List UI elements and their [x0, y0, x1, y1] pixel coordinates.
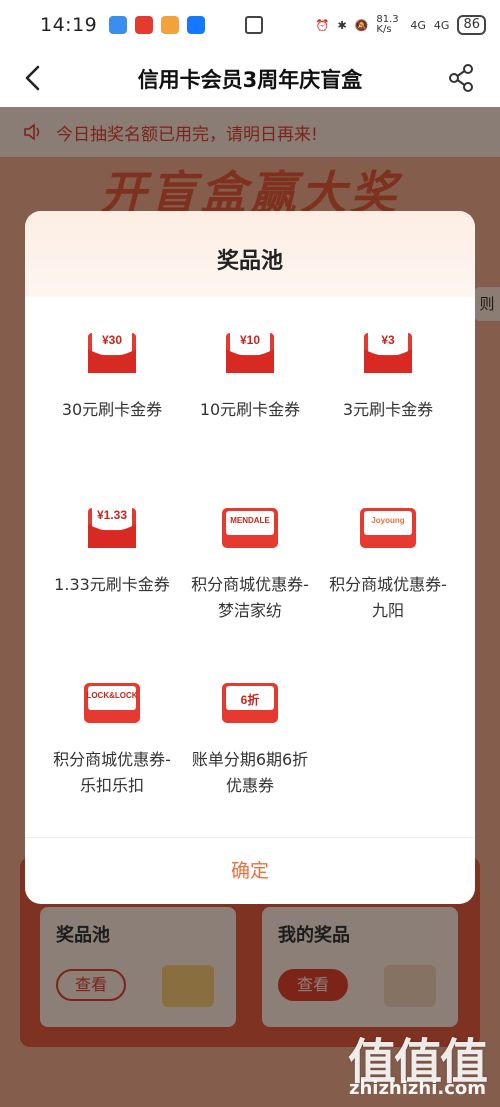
- coupon-discount-icon: 6折: [220, 677, 280, 727]
- prize-item: ¥1.33 1.33元刷卡金券: [43, 502, 181, 598]
- nfc-icon: [245, 16, 264, 34]
- bank-app-icon: [135, 16, 154, 34]
- prize-item: LOCK&LOCK 积分商城优惠券-乐扣乐扣: [43, 677, 181, 799]
- prize-label: 积分商城优惠券-九阳: [329, 575, 447, 620]
- prize-badge: 6折: [240, 693, 260, 707]
- title-bar: 信用卡会员3周年庆盲盒: [0, 50, 500, 107]
- share-button[interactable]: [446, 62, 478, 94]
- back-arrow-icon: [25, 65, 40, 91]
- alarm-icon: ⏰: [315, 18, 330, 32]
- modal-title: 奖品池: [25, 211, 475, 297]
- back-button[interactable]: [18, 62, 50, 94]
- prize-label: 账单分期6期6折优惠券: [191, 750, 309, 795]
- prize-pool-modal: 奖品池 ¥30 30元刷卡金券 ¥10 10元刷卡金券 ¥3 3元刷卡金券 ¥1.33 1.3…: [25, 211, 475, 904]
- red-envelope-icon: ¥3: [358, 327, 418, 377]
- status-indicators: ⏰ ✱ 🔕 81.3 K/s 4G 4G 86: [316, 15, 486, 35]
- prize-badge: LOCK&LOCK: [86, 691, 138, 700]
- prize-badge: MENDALE: [230, 516, 270, 525]
- prize-label: 1.33元刷卡金券: [54, 575, 170, 594]
- prize-badge: ¥1.33: [96, 508, 128, 522]
- prize-label: 30元刷卡金券: [61, 400, 163, 419]
- page-title: 信用卡会员3周年庆盲盒: [137, 67, 363, 92]
- share-icon: [449, 64, 473, 92]
- prize-grid: ¥30 30元刷卡金券 ¥10 10元刷卡金券 ¥3 3元刷卡金券 ¥1.33 1.33元刷卡…: [43, 297, 457, 837]
- prize-item: ¥3 3元刷卡金券: [319, 327, 457, 423]
- signal-4g-1: 4G: [410, 18, 426, 32]
- prize-item: Joyoung 积分商城优惠券-九阳: [319, 502, 457, 624]
- prize-label: 10元刷卡金券: [199, 400, 301, 419]
- coupon-joyoung-icon: Joyoung: [358, 502, 418, 552]
- net-speed: 81.3 K/s: [376, 14, 399, 35]
- bluetooth-icon: ✱: [337, 18, 347, 32]
- confirm-button[interactable]: 确定: [25, 838, 475, 904]
- signal-4g-2: 4G: [433, 18, 450, 32]
- red-envelope-icon: ¥10: [220, 327, 280, 377]
- prize-badge: ¥3: [381, 333, 395, 347]
- red-envelope-icon: ¥1.33: [82, 502, 142, 552]
- coupon-mendale-icon: MENDALE: [220, 502, 280, 552]
- prize-badge: ¥10: [239, 333, 261, 347]
- mute-icon: 🔕: [354, 18, 369, 32]
- prize-label: 积分商城优惠券-乐扣乐扣: [53, 750, 171, 795]
- prize-badge: Joyoung: [371, 516, 405, 525]
- cartoon-app-icon: [161, 16, 180, 34]
- prize-badge: ¥30: [101, 333, 123, 347]
- prize-item: ¥10 10元刷卡金券: [181, 327, 319, 423]
- prize-item: 6折账单分期6期6折优惠券: [181, 677, 319, 799]
- status-app-icons: [109, 16, 206, 34]
- battery-indicator: 86: [457, 15, 486, 35]
- prize-label: 积分商城优惠券-梦洁家纺: [191, 575, 309, 620]
- app-notification-icon: [109, 16, 128, 34]
- status-bar: 14:19 ⏰ ✱ 🔕 81.3 K/s 4G 4G 86: [0, 0, 500, 50]
- prize-item: ¥30 30元刷卡金券: [43, 327, 181, 423]
- watermark-url: zhizhizhi.com: [348, 1078, 486, 1099]
- alipay-icon: [187, 16, 206, 34]
- coupon-locklock-icon: LOCK&LOCK: [82, 677, 142, 727]
- status-time: 14:19: [40, 14, 98, 36]
- prize-label: 3元刷卡金券: [342, 400, 434, 419]
- red-envelope-icon: ¥30: [82, 327, 142, 377]
- prize-item: MENDALE 积分商城优惠券-梦洁家纺: [181, 502, 319, 624]
